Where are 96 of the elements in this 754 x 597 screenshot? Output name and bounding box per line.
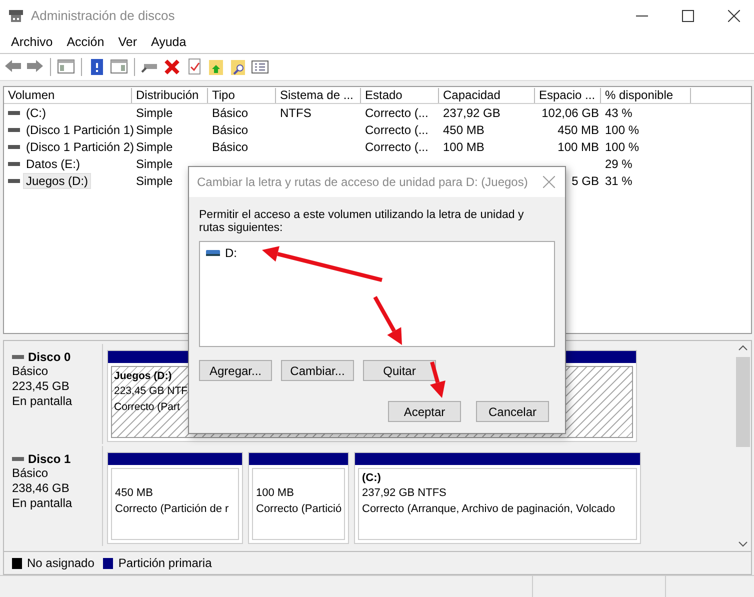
- dialog-button[interactable]: Cancelar: [476, 401, 549, 422]
- pane-icon[interactable]: [110, 58, 128, 76]
- table-cell-text: 100 MB: [442, 140, 486, 154]
- dialog-prompt: Permitir el acceso a este volumen utilizando la letra de unidad y rutas siguientes:: [199, 209, 525, 235]
- window-title: Administración de discos: [31, 8, 176, 23]
- column-header[interactable]: Volumen: [4, 88, 132, 102]
- drive-icon: [8, 126, 20, 132]
- delete-icon[interactable]: [163, 58, 181, 76]
- table-cell-text: 29 %: [604, 156, 634, 170]
- table-cell-text: 43 %: [604, 106, 634, 120]
- partition-title: (C:): [362, 471, 381, 485]
- disk-type: Básico: [12, 466, 50, 481]
- partition-size: 450 MB: [115, 486, 153, 501]
- menu-item[interactable]: Archivo: [4, 35, 60, 49]
- partition-size: 237,92 GB NTFS: [362, 486, 446, 501]
- disk-status: En pantalla: [12, 496, 74, 511]
- partition-size: 223,45 GB NTF: [114, 384, 188, 399]
- table-cell-text: Básico: [211, 122, 250, 136]
- column-header[interactable]: Sistema de ...: [276, 88, 361, 102]
- table-cell-text: Correcto (...: [364, 122, 430, 136]
- column-header[interactable]: Distribución: [132, 88, 208, 102]
- scroll-down-icon[interactable]: [738, 541, 748, 547]
- disk-status: En pantalla: [12, 394, 74, 409]
- drive-icon: [12, 354, 24, 360]
- table-cell-text: Correcto (...: [364, 140, 430, 154]
- partition-status: Correcto (Partició: [256, 502, 342, 517]
- table-cell-text: Básico: [211, 140, 250, 154]
- disk-name: Disco 1: [28, 452, 71, 466]
- scroll-thumb[interactable]: [736, 357, 750, 447]
- partition-status: Correcto (Part: [114, 400, 180, 415]
- disk-size: 223,45 GB: [12, 379, 70, 394]
- table-cell-text: 450 MB: [442, 122, 486, 136]
- drive-icon: [206, 249, 220, 257]
- table-cell-text: Simple: [135, 156, 174, 170]
- volume-name[interactable]: Datos (E:): [24, 156, 82, 170]
- disk-type: Básico: [12, 364, 50, 379]
- console-tree-icon[interactable]: [57, 58, 75, 76]
- table-cell-text: 100 %: [604, 122, 640, 136]
- app-icon: [8, 8, 24, 22]
- partition-status: Correcto (Arranque, Archivo de paginación, Volcado: [362, 502, 616, 517]
- legend-label: No asignado: [27, 556, 94, 570]
- partition-title: Juegos (D:): [114, 369, 172, 383]
- table-cell-text: 102,06 GB: [542, 106, 600, 120]
- table-cell-text: Simple: [135, 122, 174, 136]
- path-item[interactable]: D:: [224, 246, 238, 260]
- annotation-arrow: [373, 296, 402, 345]
- drive-icon: [8, 144, 20, 150]
- table-cell-text: 100 %: [604, 140, 640, 154]
- dialog-button[interactable]: Aceptar: [388, 401, 461, 422]
- partition-size: 100 MB: [256, 486, 294, 501]
- close-icon[interactable]: [728, 10, 740, 22]
- drive-icon: [8, 160, 20, 166]
- drive-icon: [8, 178, 20, 184]
- column-header[interactable]: Espacio ...: [535, 88, 601, 102]
- folder-search-icon[interactable]: [229, 58, 247, 76]
- column-header[interactable]: Capacidad: [439, 88, 535, 102]
- table-cell-text: 450 MB: [558, 122, 600, 136]
- drive-icon: [12, 456, 24, 462]
- disk-size: 238,46 GB: [12, 481, 70, 496]
- path-list[interactable]: D:: [199, 241, 555, 347]
- partition-block[interactable]: 100 MB Correcto (Partició: [248, 452, 349, 544]
- volume-name[interactable]: (C:): [24, 106, 48, 120]
- dialog-button[interactable]: Cambiar...: [281, 360, 354, 381]
- dialog-button[interactable]: Agregar...: [199, 360, 272, 381]
- column-header[interactable]: % disponible: [601, 88, 691, 102]
- table-cell-text: Básico: [211, 106, 250, 120]
- volume-name[interactable]: (Disco 1 Partición 2): [24, 140, 136, 154]
- dialog-title: Cambiar la letra y rutas de acceso de unidad para D: (Juegos): [197, 175, 529, 189]
- annotation-arrow: [430, 361, 446, 398]
- dialog-button[interactable]: Quitar: [363, 360, 436, 381]
- table-cell-text: Simple: [135, 140, 174, 154]
- table-cell-text: 100 MB: [558, 140, 600, 154]
- volume-name[interactable]: Juegos (D:): [24, 174, 90, 188]
- maximize-icon[interactable]: [682, 10, 694, 22]
- legend-label: Partición primaria: [118, 556, 212, 570]
- partition-status: Correcto (Partición de r: [115, 502, 229, 517]
- table-cell-text: NTFS: [279, 106, 312, 120]
- column-header[interactable]: Estado: [361, 88, 439, 102]
- drive-icon: [8, 110, 20, 116]
- folder-up-icon[interactable]: [207, 58, 225, 76]
- table-cell-text: Correcto (...: [364, 106, 430, 120]
- scroll-up-icon[interactable]: [738, 345, 748, 351]
- table-cell-text: 5 GB: [572, 174, 600, 188]
- partition-block[interactable]: (C:) 237,92 GB NTFS Correcto (Arranque, Archivo de paginación, Volcado: [354, 452, 641, 544]
- help-icon[interactable]: [88, 58, 106, 76]
- disk-name: Disco 0: [28, 350, 71, 364]
- menu-item[interactable]: Ver: [111, 35, 144, 49]
- column-header[interactable]: Tipo: [208, 88, 276, 102]
- menu-item[interactable]: Acción: [60, 35, 112, 49]
- menu-item[interactable]: Ayuda: [144, 35, 194, 49]
- table-cell-text: 31 %: [604, 174, 634, 188]
- partition-block[interactable]: 450 MB Correcto (Partición de r: [107, 452, 243, 544]
- table-cell-text: Simple: [135, 106, 174, 120]
- table-cell-text: 237,92 GB: [442, 106, 502, 120]
- volume-name[interactable]: (Disco 1 Partición 1): [24, 122, 136, 136]
- properties-list-icon[interactable]: [251, 58, 269, 76]
